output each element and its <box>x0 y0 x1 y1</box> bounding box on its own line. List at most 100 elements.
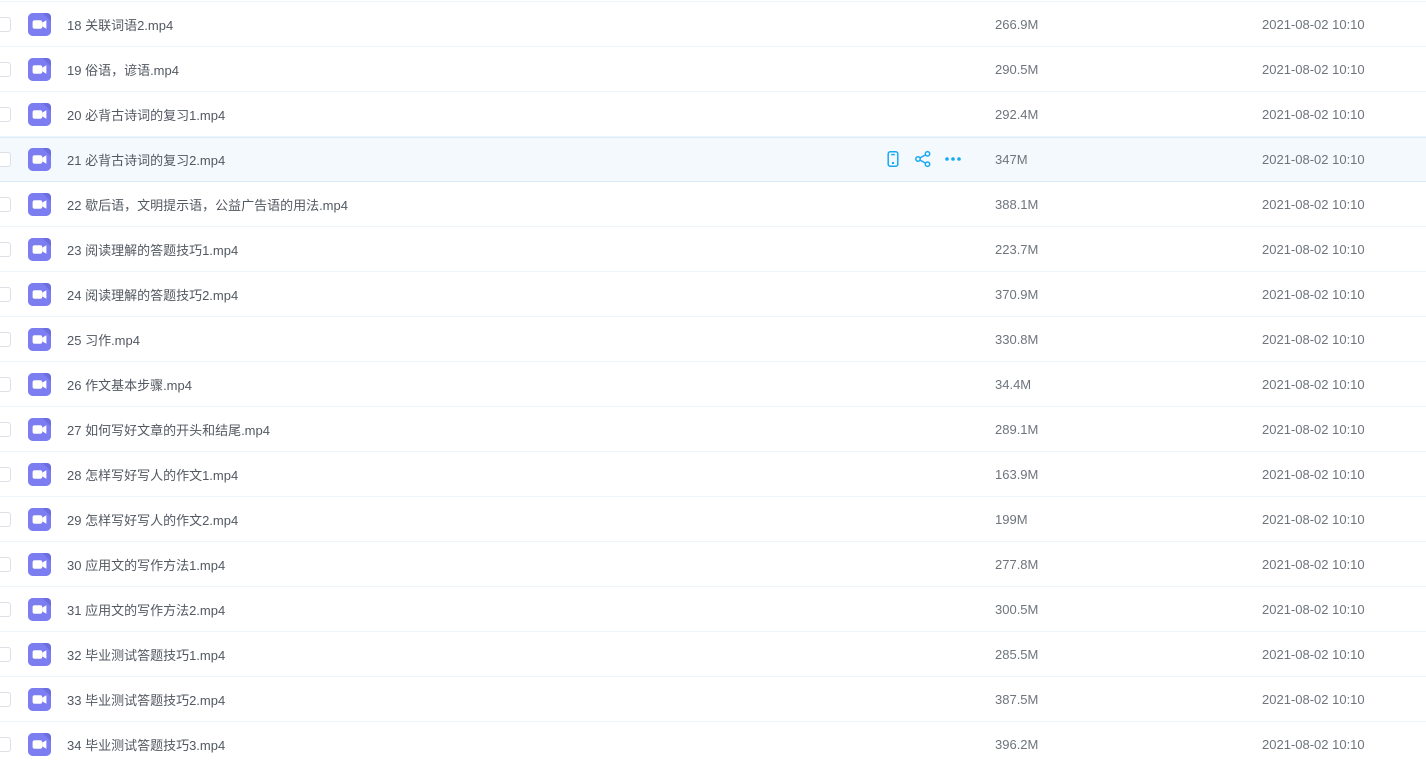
row-checkbox[interactable] <box>0 287 11 302</box>
file-name[interactable]: 21 必背古诗词的复习2.mp4 <box>67 150 867 169</box>
file-name[interactable]: 29 怎样写好写人的作文2.mp4 <box>67 510 995 529</box>
row-checkbox[interactable] <box>0 62 11 77</box>
row-checkbox[interactable] <box>0 242 11 257</box>
file-row[interactable]: 21 必背古诗词的复习2.mp4 <box>0 137 1426 182</box>
file-row[interactable]: 25 习作.mp4 330.8M 2021-08-02 10:10 <box>0 317 1426 362</box>
file-name[interactable]: 19 俗语，谚语.mp4 <box>67 60 995 79</box>
file-row[interactable]: 19 俗语，谚语.mp4 290.5M 2021-08-02 10:10 <box>0 47 1426 92</box>
file-size: 290.5M <box>995 62 1262 77</box>
file-name[interactable]: 32 毕业测试答题技巧1.mp4 <box>67 645 995 664</box>
video-file-icon <box>28 103 51 126</box>
row-actions <box>867 150 995 168</box>
file-date: 2021-08-02 10:10 <box>1262 512 1426 527</box>
file-size: 396.2M <box>995 737 1262 752</box>
row-checkbox[interactable] <box>0 422 11 437</box>
row-checkbox[interactable] <box>0 737 11 752</box>
row-checkbox[interactable] <box>0 647 11 662</box>
row-checkbox[interactable] <box>0 377 11 392</box>
file-size: 330.8M <box>995 332 1262 347</box>
file-date: 2021-08-02 10:10 <box>1262 422 1426 437</box>
file-size: 199M <box>995 512 1262 527</box>
file-date: 2021-08-02 10:10 <box>1262 17 1426 32</box>
file-name[interactable]: 30 应用文的写作方法1.mp4 <box>67 555 995 574</box>
file-size: 289.1M <box>995 422 1262 437</box>
file-date: 2021-08-02 10:10 <box>1262 467 1426 482</box>
row-checkbox[interactable] <box>0 332 11 347</box>
file-size: 387.5M <box>995 692 1262 707</box>
file-row[interactable]: 31 应用文的写作方法2.mp4 300.5M 2021-08-02 10:10 <box>0 587 1426 632</box>
video-file-icon <box>28 733 51 756</box>
more-ellipsis-icon[interactable] <box>944 150 962 168</box>
file-name[interactable]: 27 如何写好文章的开头和结尾.mp4 <box>67 420 995 439</box>
video-file-icon <box>28 193 51 216</box>
file-name[interactable]: 28 怎样写好写人的作文1.mp4 <box>67 465 995 484</box>
file-date: 2021-08-02 10:10 <box>1262 62 1426 77</box>
file-date: 2021-08-02 10:10 <box>1262 737 1426 752</box>
video-file-icon <box>28 58 51 81</box>
file-date: 2021-08-02 10:10 <box>1262 197 1426 212</box>
file-size: 347M <box>995 152 1262 167</box>
file-size: 292.4M <box>995 107 1262 122</box>
file-size: 285.5M <box>995 647 1262 662</box>
file-row[interactable]: 26 作文基本步骤.mp4 34.4M 2021-08-02 10:10 <box>0 362 1426 407</box>
device-phone-download-icon[interactable] <box>884 150 902 168</box>
video-file-icon <box>28 283 51 306</box>
file-row[interactable]: 30 应用文的写作方法1.mp4 277.8M 2021-08-02 10:10 <box>0 542 1426 587</box>
file-row[interactable]: 28 怎样写好写人的作文1.mp4 163.9M 2021-08-02 10:1… <box>0 452 1426 497</box>
video-file-icon <box>28 328 51 351</box>
file-date: 2021-08-02 10:10 <box>1262 692 1426 707</box>
file-size: 34.4M <box>995 377 1262 392</box>
row-checkbox[interactable] <box>0 512 11 527</box>
file-date: 2021-08-02 10:10 <box>1262 602 1426 617</box>
file-name[interactable]: 34 毕业测试答题技巧3.mp4 <box>67 735 995 754</box>
file-row[interactable]: 34 毕业测试答题技巧3.mp4 396.2M 2021-08-02 10:10 <box>0 722 1426 765</box>
file-name[interactable]: 23 阅读理解的答题技巧1.mp4 <box>67 240 995 259</box>
row-checkbox[interactable] <box>0 467 11 482</box>
share-nodes-icon[interactable] <box>914 150 932 168</box>
file-row[interactable]: 29 怎样写好写人的作文2.mp4 199M 2021-08-02 10:10 <box>0 497 1426 542</box>
video-file-icon <box>28 508 51 531</box>
file-name[interactable]: 33 毕业测试答题技巧2.mp4 <box>67 690 995 709</box>
video-file-icon <box>28 553 51 576</box>
file-size: 277.8M <box>995 557 1262 572</box>
video-file-icon <box>28 418 51 441</box>
file-row[interactable]: 20 必背古诗词的复习1.mp4 292.4M 2021-08-02 10:10 <box>0 92 1426 137</box>
row-checkbox[interactable] <box>0 692 11 707</box>
file-list: 18 关联词语2.mp4 266.9M 2021-08-02 10:10 19 … <box>0 0 1426 765</box>
video-file-icon <box>28 148 51 171</box>
row-checkbox[interactable] <box>0 107 11 122</box>
file-date: 2021-08-02 10:10 <box>1262 647 1426 662</box>
file-name[interactable]: 22 歇后语，文明提示语，公益广告语的用法.mp4 <box>67 195 995 214</box>
file-row[interactable]: 33 毕业测试答题技巧2.mp4 387.5M 2021-08-02 10:10 <box>0 677 1426 722</box>
file-row[interactable]: 22 歇后语，文明提示语，公益广告语的用法.mp4 388.1M 2021-08… <box>0 182 1426 227</box>
file-name[interactable]: 25 习作.mp4 <box>67 330 995 349</box>
file-date: 2021-08-02 10:10 <box>1262 152 1426 167</box>
file-rows: 18 关联词语2.mp4 266.9M 2021-08-02 10:10 19 … <box>0 2 1426 765</box>
file-size: 388.1M <box>995 197 1262 212</box>
file-date: 2021-08-02 10:10 <box>1262 242 1426 257</box>
row-checkbox[interactable] <box>0 557 11 572</box>
file-size: 300.5M <box>995 602 1262 617</box>
video-file-icon <box>28 13 51 36</box>
row-checkbox[interactable] <box>0 152 11 167</box>
row-checkbox[interactable] <box>0 17 11 32</box>
file-date: 2021-08-02 10:10 <box>1262 287 1426 302</box>
file-date: 2021-08-02 10:10 <box>1262 557 1426 572</box>
file-name[interactable]: 18 关联词语2.mp4 <box>67 15 995 34</box>
file-row[interactable]: 24 阅读理解的答题技巧2.mp4 370.9M 2021-08-02 10:1… <box>0 272 1426 317</box>
file-row[interactable]: 27 如何写好文章的开头和结尾.mp4 289.1M 2021-08-02 10… <box>0 407 1426 452</box>
file-date: 2021-08-02 10:10 <box>1262 332 1426 347</box>
file-size: 163.9M <box>995 467 1262 482</box>
file-row[interactable]: 18 关联词语2.mp4 266.9M 2021-08-02 10:10 <box>0 2 1426 47</box>
video-file-icon <box>28 463 51 486</box>
file-row[interactable]: 32 毕业测试答题技巧1.mp4 285.5M 2021-08-02 10:10 <box>0 632 1426 677</box>
file-name[interactable]: 26 作文基本步骤.mp4 <box>67 375 995 394</box>
file-name[interactable]: 20 必背古诗词的复习1.mp4 <box>67 105 995 124</box>
file-name[interactable]: 24 阅读理解的答题技巧2.mp4 <box>67 285 995 304</box>
video-file-icon <box>28 688 51 711</box>
file-row[interactable]: 23 阅读理解的答题技巧1.mp4 223.7M 2021-08-02 10:1… <box>0 227 1426 272</box>
row-checkbox[interactable] <box>0 602 11 617</box>
file-name[interactable]: 31 应用文的写作方法2.mp4 <box>67 600 995 619</box>
video-file-icon <box>28 598 51 621</box>
row-checkbox[interactable] <box>0 197 11 212</box>
